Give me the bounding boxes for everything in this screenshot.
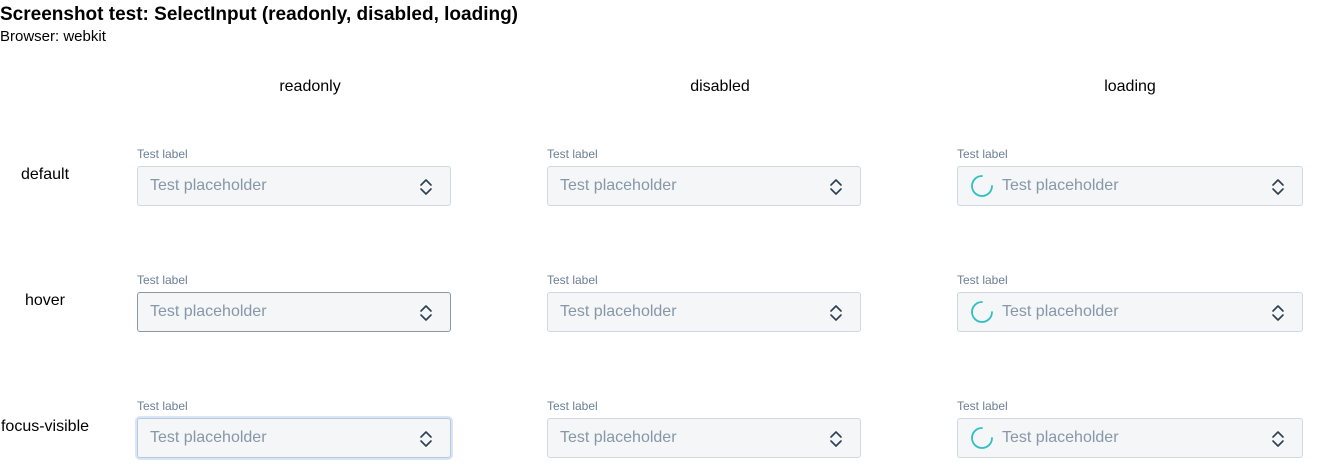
- select-disabled-focus-visible: Test label Test placeholder: [547, 399, 861, 458]
- loading-spinner-icon: [971, 301, 993, 323]
- browser-info: Browser: webkit: [0, 28, 106, 45]
- field-label: Test label: [137, 147, 188, 161]
- field-label: Test label: [137, 273, 188, 287]
- select-readonly-default: Test label Test placeholder: [137, 147, 451, 206]
- select-placeholder: Test placeholder: [1002, 303, 1119, 320]
- field-label: Test label: [957, 147, 1008, 161]
- select-input[interactable]: Test placeholder: [957, 418, 1303, 458]
- select-input: Test placeholder: [547, 292, 861, 332]
- column-header-readonly: readonly: [279, 78, 341, 95]
- select-placeholder: Test placeholder: [1002, 429, 1119, 446]
- loading-spinner-icon: [971, 175, 993, 197]
- select-input: Test placeholder: [547, 418, 861, 458]
- chevron-up-down-icon: [1272, 305, 1284, 321]
- select-input[interactable]: Test placeholder: [137, 292, 451, 332]
- chevron-up-down-icon: [1272, 179, 1284, 195]
- select-readonly-hover: Test label Test placeholder: [137, 273, 451, 332]
- chevron-up-down-icon: [830, 431, 842, 447]
- row-header-hover: hover: [24, 292, 66, 309]
- select-input[interactable]: Test placeholder: [957, 292, 1303, 332]
- chevron-up-down-icon: [1272, 431, 1284, 447]
- column-header-disabled: disabled: [690, 78, 750, 95]
- row-header-focus-visible: focus-visible: [0, 418, 90, 435]
- field-label: Test label: [547, 273, 598, 287]
- row-header-default: default: [20, 166, 70, 183]
- screenshot-test-page: Screenshot test: SelectInput (readonly, …: [0, 0, 1319, 474]
- select-placeholder: Test placeholder: [1002, 177, 1119, 194]
- chevron-up-down-icon: [420, 305, 432, 321]
- select-readonly-focus-visible: Test label Test placeholder: [137, 399, 451, 458]
- chevron-up-down-icon: [420, 431, 432, 447]
- select-disabled-hover: Test label Test placeholder: [547, 273, 861, 332]
- select-placeholder: Test placeholder: [150, 177, 267, 194]
- select-input: Test placeholder: [547, 166, 861, 206]
- field-label: Test label: [957, 399, 1008, 413]
- select-loading-focus-visible: Test label Test placeholder: [957, 399, 1303, 458]
- loading-spinner-icon: [971, 427, 993, 449]
- select-placeholder: Test placeholder: [150, 429, 267, 446]
- column-header-loading: loading: [1104, 78, 1156, 95]
- chevron-up-down-icon: [830, 179, 842, 195]
- chevron-up-down-icon: [420, 179, 432, 195]
- select-input[interactable]: Test placeholder: [137, 166, 451, 206]
- select-placeholder: Test placeholder: [560, 303, 677, 320]
- select-input[interactable]: Test placeholder: [137, 418, 451, 458]
- select-disabled-default: Test label Test placeholder: [547, 147, 861, 206]
- chevron-up-down-icon: [830, 305, 842, 321]
- select-placeholder: Test placeholder: [560, 429, 677, 446]
- field-label: Test label: [547, 147, 598, 161]
- field-label: Test label: [137, 399, 188, 413]
- field-label: Test label: [957, 273, 1008, 287]
- select-input[interactable]: Test placeholder: [957, 166, 1303, 206]
- select-loading-hover: Test label Test placeholder: [957, 273, 1303, 332]
- page-title: Screenshot test: SelectInput (readonly, …: [0, 4, 519, 25]
- select-placeholder: Test placeholder: [560, 177, 677, 194]
- select-loading-default: Test label Test placeholder: [957, 147, 1303, 206]
- field-label: Test label: [547, 399, 598, 413]
- select-placeholder: Test placeholder: [150, 303, 267, 320]
